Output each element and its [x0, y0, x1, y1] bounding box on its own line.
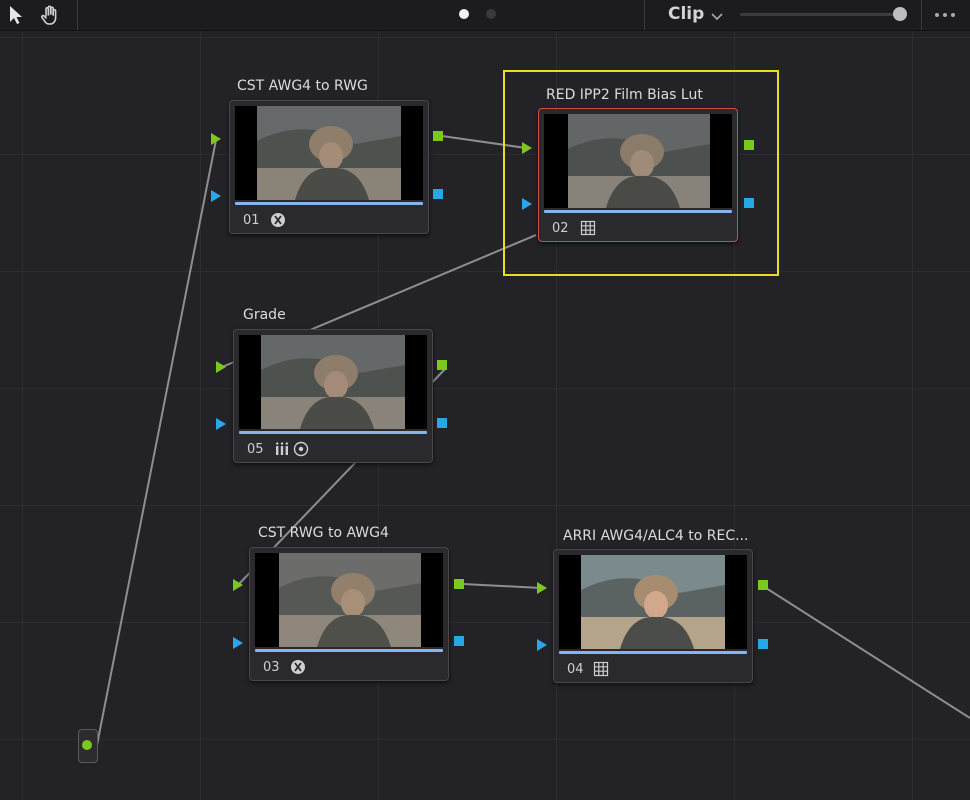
circle-target-icon [293, 441, 309, 457]
key-input-port[interactable] [522, 198, 532, 210]
resolve-fx-icon [270, 212, 286, 228]
key-output-port[interactable] [437, 418, 447, 428]
source-output-port[interactable] [82, 740, 92, 750]
key-input-port[interactable] [211, 190, 221, 202]
wire-04-to-output [765, 587, 970, 719]
key-output-port[interactable] [744, 198, 754, 208]
node-title-03: CST RWG to AWG4 [258, 525, 389, 541]
node-title-01: CST AWG4 to RWG [237, 78, 368, 94]
key-output-port[interactable] [758, 639, 768, 649]
node-number: 05 [247, 442, 264, 457]
node-number: 03 [263, 660, 280, 675]
rgb-output-port[interactable] [433, 131, 443, 141]
node-thumbnail [239, 335, 427, 429]
node-thumbnail [255, 553, 443, 647]
node-connections [96, 135, 970, 746]
rgb-output-port[interactable] [744, 140, 754, 150]
node-thumbnail [235, 106, 423, 200]
node-05[interactable]: 05 [233, 329, 433, 463]
key-output-port[interactable] [433, 189, 443, 199]
rgb-input-port[interactable] [233, 579, 243, 591]
node-thumbnail [559, 555, 747, 649]
node-progress-bar [239, 431, 427, 434]
wire-source-to-01 [96, 139, 217, 746]
node-progress-bar [235, 202, 423, 205]
source-input-node[interactable] [78, 729, 98, 763]
rgb-output-port[interactable] [437, 360, 447, 370]
node-number: 02 [552, 221, 569, 236]
rgb-input-port[interactable] [211, 133, 221, 145]
rgb-output-port[interactable] [758, 580, 768, 590]
color-bars-icon [274, 441, 290, 457]
node-number: 04 [567, 662, 584, 677]
node-01[interactable]: 01 [229, 100, 429, 234]
key-input-port[interactable] [233, 637, 243, 649]
node-title-02: RED IPP2 Film Bias Lut [546, 87, 703, 103]
rgb-input-port[interactable] [522, 142, 532, 154]
key-input-port[interactable] [537, 639, 547, 651]
lut-grid-icon [580, 220, 596, 236]
node-thumbnail [544, 114, 732, 208]
rgb-input-port[interactable] [216, 361, 226, 373]
rgb-input-port[interactable] [537, 582, 547, 594]
node-03[interactable]: 03 [249, 547, 449, 681]
lut-grid-icon [593, 661, 609, 677]
node-progress-bar [559, 651, 747, 654]
wire-03-to-04 [462, 583, 542, 589]
node-progress-bar [544, 210, 732, 213]
node-02[interactable]: 02 [538, 108, 738, 242]
node-04[interactable]: 04 [553, 549, 753, 683]
rgb-output-port[interactable] [454, 579, 464, 589]
node-title-05: Grade [243, 307, 286, 323]
resolve-fx-icon [290, 659, 306, 675]
key-output-port[interactable] [454, 636, 464, 646]
key-input-port[interactable] [216, 418, 226, 430]
node-number: 01 [243, 213, 260, 228]
node-progress-bar [255, 649, 443, 652]
node-title-04: ARRI AWG4/ALC4 to REC... [563, 528, 749, 544]
